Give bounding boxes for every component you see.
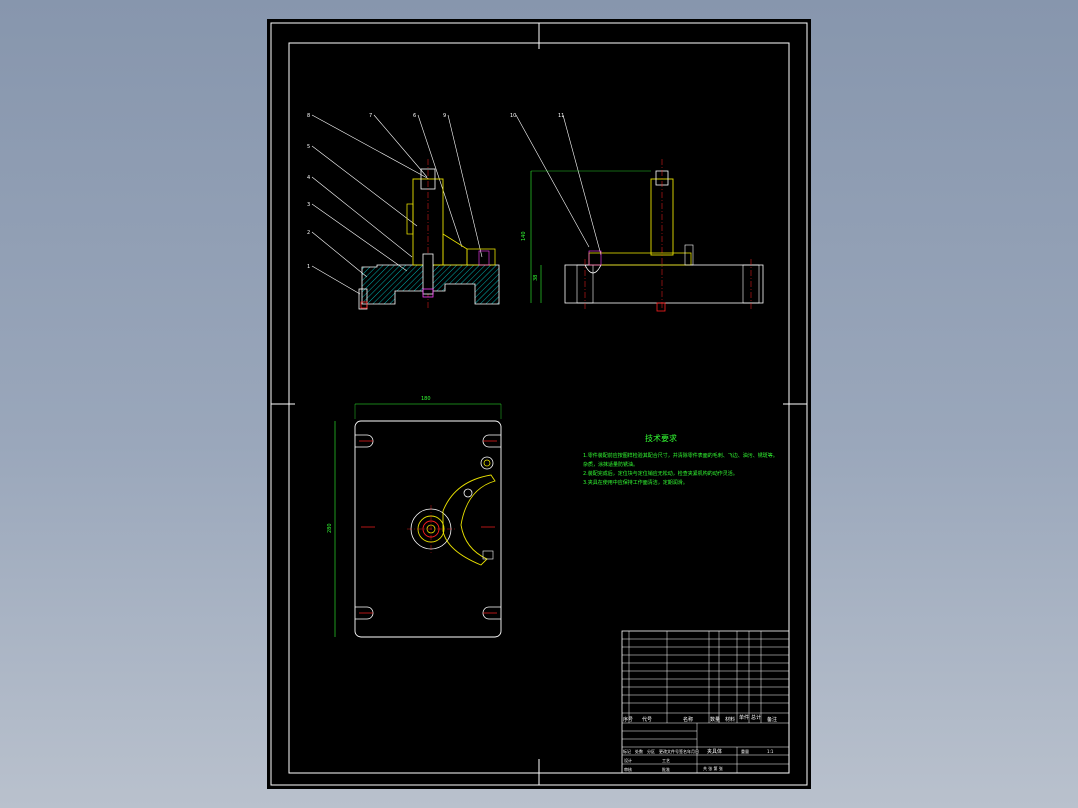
dim-base-right: 38 bbox=[533, 275, 539, 281]
tb-sign-1: 处数 bbox=[635, 748, 643, 754]
dim-width-top: 180 bbox=[421, 396, 431, 402]
tb-scale: 1:1 bbox=[767, 749, 774, 754]
callout-9: 9 bbox=[443, 113, 446, 119]
outer-border bbox=[270, 22, 808, 786]
callout-5: 5 bbox=[307, 144, 310, 150]
tb-role-1: 审核 bbox=[624, 766, 632, 772]
drawing-sheet: 8 7 6 9 10 11 5 4 3 2 1 140 38 180 280 技… bbox=[267, 19, 811, 789]
callout-11: 11 bbox=[558, 113, 564, 119]
tb-sign-3: 更改文件号 bbox=[659, 748, 679, 754]
notes-line-1: 1.零件装配前应按图样检验其配合尺寸，并清除零件表面的毛刺、飞边、油污、锈斑等。 bbox=[583, 452, 778, 459]
callout-3: 3 bbox=[307, 202, 310, 208]
callout-6: 6 bbox=[413, 113, 416, 119]
tb-header-4: 材料 bbox=[725, 716, 735, 723]
side-view: 140 38 bbox=[521, 159, 764, 312]
tb-header-6: 总计 bbox=[751, 714, 761, 721]
tb-header-3: 数量 bbox=[710, 716, 720, 723]
notes-line-4: 3.夹具在使用中应保持工作面清洁，定期润滑。 bbox=[583, 479, 688, 486]
title-block-sign-row: 标记 处数 分区 更改文件号 签名 年月日 bbox=[623, 748, 699, 754]
inner-border bbox=[288, 42, 790, 774]
centering-marks bbox=[271, 23, 807, 785]
tb-sign-5: 年月日 bbox=[687, 748, 699, 754]
notes-line-3: 2.装配完成后，定位块与定位销应无松动，检查夹紧机构的动作灵活。 bbox=[583, 470, 738, 477]
callout-numbers: 8 7 6 9 10 11 5 4 3 2 1 bbox=[307, 113, 564, 270]
notes-title: 技术要求 bbox=[645, 433, 677, 443]
tb-header-1: 代号 bbox=[642, 716, 652, 723]
callout-4: 4 bbox=[307, 175, 310, 181]
tb-role-2: 工艺 bbox=[662, 758, 670, 763]
technical-notes: 技术要求 1.零件装配前应按图样检验其配合尺寸，并清除零件表面的毛刺、飞边、油污… bbox=[583, 433, 778, 486]
dim-height-right: 140 bbox=[521, 231, 527, 241]
tb-sheet: 共 张 第 张 bbox=[703, 765, 723, 771]
callout-8: 8 bbox=[307, 113, 310, 119]
top-view: 180 280 bbox=[327, 396, 502, 638]
cad-canvas[interactable]: 8 7 6 9 10 11 5 4 3 2 1 140 38 180 280 技… bbox=[267, 19, 811, 789]
tb-role-3: 批准 bbox=[662, 766, 670, 772]
callout-7: 7 bbox=[369, 113, 372, 119]
callout-2: 2 bbox=[307, 230, 310, 236]
notes-line-2: 杂质，涂抹适量防锈油。 bbox=[583, 461, 638, 468]
title-block: 序号 代号 名称 数量 材料 单件 总计 备注 标记 处数 分区 更改文件号 签… bbox=[621, 630, 790, 774]
front-view bbox=[358, 159, 500, 310]
tb-header-0: 序号 bbox=[623, 716, 633, 723]
tb-header-2: 名称 bbox=[683, 716, 693, 723]
tb-sign-2: 分区 bbox=[647, 748, 655, 754]
tb-header-7: 备注 bbox=[767, 716, 777, 723]
tb-header-5: 单件 bbox=[739, 714, 749, 721]
tb-sign-0: 标记 bbox=[623, 748, 631, 754]
callout-1: 1 bbox=[307, 264, 310, 270]
tb-drawing-name: 夹具体 bbox=[707, 748, 722, 755]
tb-role-0: 设计 bbox=[624, 757, 632, 763]
callout-10: 10 bbox=[510, 113, 516, 119]
title-block-roles: 设计 审核 工艺 批准 bbox=[624, 757, 670, 772]
tb-sign-4: 签名 bbox=[679, 748, 687, 754]
dim-height-side: 280 bbox=[327, 523, 333, 533]
title-block-header: 序号 代号 名称 数量 材料 单件 总计 备注 bbox=[623, 714, 777, 723]
tb-weight: 重量 bbox=[741, 748, 749, 754]
